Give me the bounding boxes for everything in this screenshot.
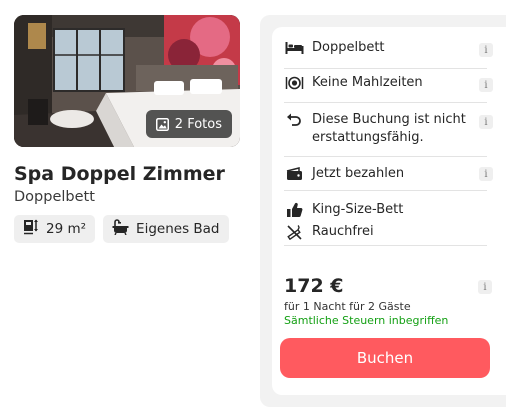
- amenities-list: King-Size-Bett Rauchfrei: [284, 199, 487, 246]
- feature-cancellation-label: Diese Buchung ist nicht erstattungsfähig…: [312, 112, 466, 145]
- room-facts: 29 m² Eigenes Bad: [14, 215, 229, 243]
- bed-type-info-icon[interactable]: i: [479, 43, 493, 57]
- room-size-chip: 29 m²: [14, 215, 96, 243]
- feature-bed-type: Doppelbett i: [284, 39, 493, 69]
- undo-icon: [284, 111, 304, 129]
- room-title: Spa Doppel Zimmer: [14, 163, 225, 185]
- feature-bed-type-label: Doppelbett: [312, 40, 385, 55]
- offer-panel: Doppelbett i Keine Mahlzeiten i Diese Bu…: [260, 15, 506, 407]
- private-bath-chip: Eigenes Bad: [103, 215, 229, 243]
- price-info-icon[interactable]: i: [478, 280, 492, 294]
- bathtub-icon: [112, 219, 129, 239]
- cancellation-info-icon[interactable]: i: [479, 115, 493, 129]
- room-size-label: 29 m²: [46, 221, 87, 237]
- photo-count-label: 2 Fotos: [174, 116, 222, 132]
- feature-cancellation: Diese Buchung ist nicht erstattungsfähig…: [284, 111, 493, 157]
- meals-info-icon[interactable]: i: [479, 78, 493, 92]
- no-smoking-icon: [284, 223, 304, 241]
- room-photo[interactable]: 2 Fotos: [14, 15, 240, 147]
- feature-meals: Keine Mahlzeiten i: [284, 74, 493, 103]
- feature-payment-label: Jetzt bezahlen: [312, 166, 405, 181]
- feature-meals-label: Keine Mahlzeiten: [312, 75, 423, 90]
- meal-icon: [284, 74, 304, 92]
- offer-card: Doppelbett i Keine Mahlzeiten i Diese Bu…: [272, 27, 506, 395]
- payment-info-icon[interactable]: i: [479, 167, 493, 181]
- amenity-non-smoking-label: Rauchfrei: [312, 224, 374, 239]
- price-detail: für 1 Nacht für 2 Gäste: [284, 300, 411, 313]
- tax-note: Sämtliche Steuern inbegriffen: [284, 314, 449, 327]
- bed-icon: [284, 39, 304, 57]
- thumbs-up-icon: [284, 201, 304, 219]
- image-icon: [155, 117, 169, 131]
- book-button[interactable]: Buchen: [280, 338, 490, 378]
- price-total: 172 €: [284, 275, 344, 297]
- feature-payment: Jetzt bezahlen i: [284, 165, 493, 191]
- private-bath-label: Eigenes Bad: [136, 221, 220, 237]
- room-size-icon: [23, 219, 39, 239]
- room-bed-type: Doppelbett: [14, 189, 95, 205]
- photo-count-button[interactable]: 2 Fotos: [145, 110, 232, 138]
- wallet-icon: [284, 165, 304, 183]
- amenity-non-smoking: Rauchfrei: [284, 221, 374, 243]
- amenity-king-size-bed: King-Size-Bett: [284, 199, 403, 221]
- amenity-king-size-bed-label: King-Size-Bett: [312, 202, 404, 217]
